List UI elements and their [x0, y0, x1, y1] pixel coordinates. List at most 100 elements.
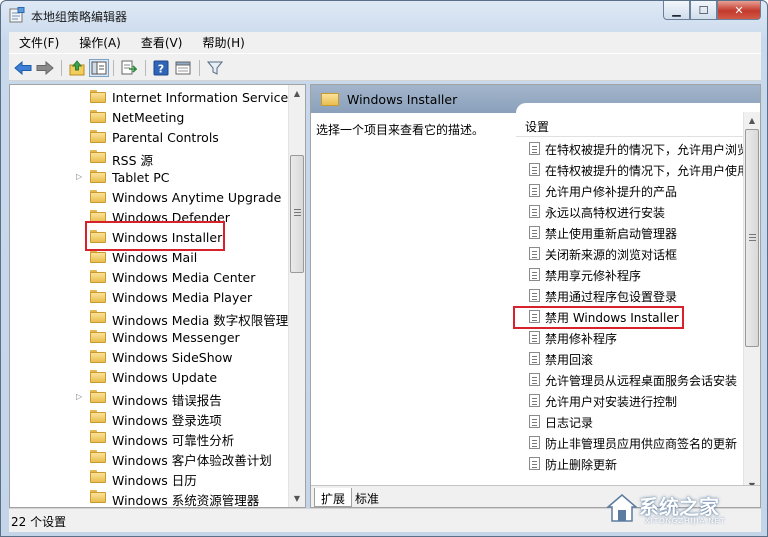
tree-pane: Internet Information Services NetMeeting P… [9, 84, 306, 508]
tree-item[interactable]: ▷ Windows 错误报告 [10, 387, 290, 408]
tree-item[interactable]: Windows 登录选项 [10, 407, 290, 428]
tree-item[interactable]: Windows Media Center [10, 267, 290, 287]
console-button[interactable] [173, 59, 193, 77]
setting-row[interactable]: 允许用户对安装进行控制 [516, 390, 748, 411]
setting-row[interactable]: 禁用享元修补程序 [516, 264, 748, 285]
folder-icon [90, 290, 106, 303]
tree-item[interactable]: Windows 可靠性分析 [10, 427, 290, 448]
main-window: 本地组策略编辑器 ▁ ☐ ✕ 文件(F) 操作(A) 查看(V) 帮助(H) ?… [0, 0, 768, 537]
tree-item-label: Windows SideShow [112, 350, 233, 365]
scroll-up-icon[interactable]: ▲ [744, 112, 760, 129]
policy-setting-icon [529, 436, 540, 449]
setting-row[interactable]: 永远以高特权进行安装 [516, 201, 748, 222]
setting-row[interactable]: 日志记录 [516, 411, 748, 432]
tree-item[interactable]: Windows Messenger [10, 327, 290, 347]
tree-item[interactable]: RSS 源 [10, 147, 290, 168]
tree-item[interactable]: Windows Media Player [10, 287, 290, 307]
folder-icon [90, 350, 106, 363]
folder-icon [90, 130, 106, 143]
tree-item[interactable]: Internet Information Services [10, 87, 295, 107]
minimize-button[interactable]: ▁ [663, 1, 690, 20]
menu-file[interactable]: 文件(F) [9, 34, 69, 51]
column-header-setting[interactable]: 设置 [516, 113, 760, 137]
export-list-button[interactable] [119, 59, 139, 77]
folder-icon [90, 490, 106, 503]
setting-label: 禁止使用重新启动管理器 [545, 227, 678, 241]
scroll-thumb[interactable] [290, 155, 304, 273]
back-button[interactable] [13, 59, 33, 77]
scroll-up-icon[interactable]: ▲ [289, 85, 305, 102]
filter-button[interactable] [205, 59, 225, 77]
tree-item[interactable]: Parental Controls [10, 127, 290, 147]
menu-help[interactable]: 帮助(H) [192, 34, 254, 51]
tree-item[interactable]: Windows Anytime Upgrade [10, 187, 290, 207]
up-button[interactable] [67, 59, 87, 77]
policy-setting-icon [529, 184, 540, 197]
folder-icon [90, 190, 106, 203]
setting-row[interactable]: 允许用户修补提升的产品 [516, 180, 748, 201]
setting-row[interactable]: 在特权被提升的情况下，允许用户使用 [516, 159, 749, 180]
tree-item[interactable]: Windows 日历 [10, 467, 290, 488]
maximize-button[interactable]: ☐ [690, 1, 717, 20]
folder-icon [321, 91, 339, 106]
policy-setting-icon [529, 373, 540, 386]
setting-label: 防止删除更新 [545, 458, 618, 472]
folder-icon [90, 330, 106, 343]
tab-standard[interactable]: 标准 [349, 488, 385, 507]
help-button[interactable]: ? [151, 59, 171, 77]
title-bar[interactable]: 本地组策略编辑器 ▁ ☐ ✕ [1, 1, 767, 31]
folder-icon [90, 430, 106, 443]
tree-scrollbar[interactable]: ▲ ▼ [288, 85, 305, 507]
policy-setting-icon [529, 394, 540, 407]
scroll-down-icon[interactable]: ▼ [289, 490, 305, 507]
tree-item-label: Windows 系统资源管理器 [112, 493, 260, 508]
description-text: 选择一个项目来查看它的描述。 [316, 123, 485, 137]
policy-setting-icon [529, 289, 540, 302]
expand-arrow-icon[interactable]: ▷ [76, 172, 82, 181]
tree-item[interactable]: Windows Update [10, 367, 290, 387]
caption-buttons: ▁ ☐ ✕ [663, 1, 761, 21]
setting-label: 永远以高特权进行安装 [545, 206, 666, 220]
tab-extended[interactable]: 扩展 [314, 488, 353, 507]
folder-icon [90, 90, 106, 103]
setting-row[interactable]: 禁用回滚 [516, 348, 748, 369]
setting-row[interactable]: 禁用修补程序 [516, 327, 748, 348]
scroll-thumb[interactable] [745, 129, 759, 347]
tree-item[interactable]: NetMeeting [10, 107, 290, 127]
setting-label: 禁用通过程序包设置登录 [545, 290, 678, 304]
watermark-text: 系统之家 [639, 495, 719, 519]
policy-setting-icon [529, 247, 540, 260]
help-icon: ? [153, 60, 169, 76]
tree-item[interactable]: Windows Media 数字权限管理 [10, 307, 290, 328]
setting-row[interactable]: 允许管理员从远程桌面服务会话安装 [516, 369, 748, 390]
tree-item-label: Internet Information Services [112, 90, 295, 105]
show-hide-tree-button[interactable] [89, 59, 109, 77]
close-button[interactable]: ✕ [717, 1, 761, 20]
settings-scrollbar[interactable]: ▲ ▼ [743, 112, 760, 494]
folder-icon [90, 150, 106, 163]
setting-label: 日志记录 [545, 416, 594, 430]
setting-row[interactable]: 禁用通过程序包设置登录 [516, 285, 748, 306]
setting-row[interactable]: 防止非管理员应用供应商签名的更新 [516, 432, 748, 453]
tree-item[interactable]: Windows 系统资源管理器 [10, 487, 290, 507]
setting-label: 关闭新来源的浏览对话框 [545, 248, 678, 262]
tree-item-label: Windows Messenger [112, 330, 240, 345]
tree-item-label: Windows Mail [112, 250, 198, 265]
setting-row[interactable]: 防止删除更新 [516, 453, 748, 474]
filter-icon [207, 61, 223, 75]
menu-action[interactable]: 操作(A) [69, 34, 131, 51]
tree-item[interactable]: Windows SideShow [10, 347, 290, 367]
policy-setting-icon [529, 163, 540, 176]
setting-row[interactable]: 在特权被提升的情况下，允许用户浏览 [516, 138, 749, 159]
folder-icon [90, 270, 106, 283]
setting-label: 允许用户对安装进行控制 [545, 395, 678, 409]
menu-view[interactable]: 查看(V) [131, 34, 193, 51]
setting-row[interactable]: 关闭新来源的浏览对话框 [516, 243, 748, 264]
svg-text:?: ? [158, 63, 164, 76]
watermark-subtext: XITONGZHIJIA.NET [645, 517, 726, 525]
setting-row[interactable]: 禁止使用重新启动管理器 [516, 222, 748, 243]
tree-item[interactable]: ▷ Tablet PC [10, 167, 290, 187]
tree-item[interactable]: Windows 客户体验改善计划 [10, 447, 290, 468]
forward-button[interactable] [35, 59, 55, 77]
expand-arrow-icon[interactable]: ▷ [76, 392, 82, 401]
